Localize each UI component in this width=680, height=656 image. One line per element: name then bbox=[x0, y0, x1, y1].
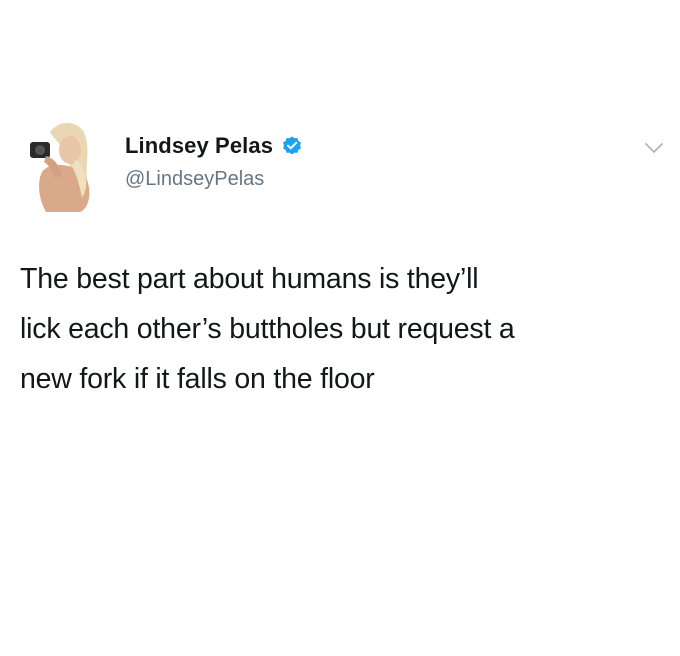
avatar-image bbox=[20, 112, 100, 212]
chevron-down-icon[interactable] bbox=[643, 140, 665, 156]
tweet-text-line: lick each other’s buttholes but request … bbox=[20, 313, 515, 345]
tweet-text: The best part about humans is they’ll li… bbox=[20, 254, 670, 404]
handle[interactable]: @LindseyPelas bbox=[125, 168, 264, 191]
tweet-text-line: new fork if it falls on the floor bbox=[20, 363, 375, 395]
author-row: Lindsey Pelas bbox=[125, 133, 303, 159]
tweet-card: Lindsey Pelas @LindseyPelas The best par… bbox=[0, 0, 680, 656]
display-name[interactable]: Lindsey Pelas bbox=[125, 133, 273, 159]
tweet-text-line: The best part about humans is they’ll bbox=[20, 263, 479, 295]
avatar[interactable] bbox=[20, 112, 100, 212]
verified-badge-icon bbox=[281, 135, 303, 157]
